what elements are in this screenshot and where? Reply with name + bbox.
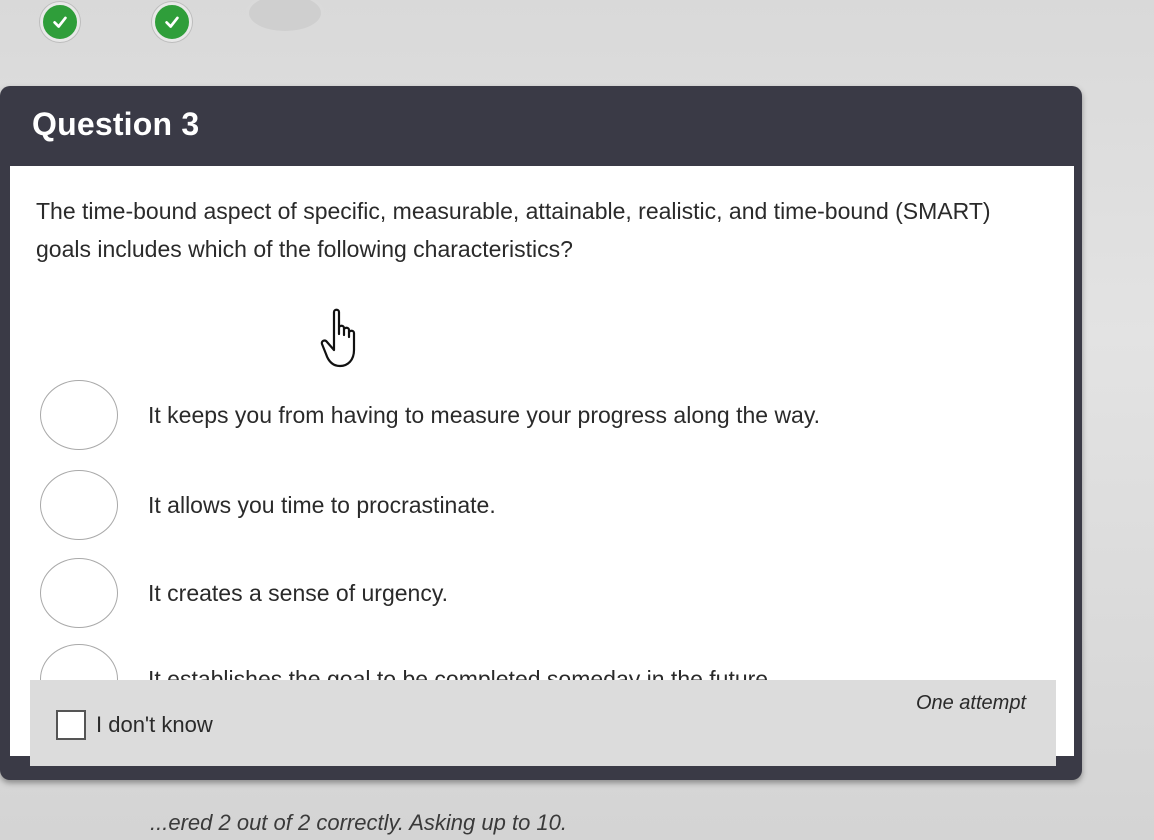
- radio-button[interactable]: [40, 470, 118, 540]
- question-footer: I don't know One attempt: [30, 680, 1056, 769]
- attempt-label: One attempt: [915, 692, 1026, 714]
- dont-know-checkbox[interactable]: [56, 710, 86, 740]
- answer-option-label: It creates a sense of urgency.: [148, 580, 449, 606]
- radio-button[interactable]: [40, 380, 118, 450]
- progress-indicator: [0, 0, 1154, 60]
- question-title: Question 3: [32, 106, 200, 142]
- status-message: ...ered 2 out of 2 correctly. Asking up …: [150, 810, 568, 835]
- answer-option-label: It allows you time to procrastinate.: [148, 492, 496, 518]
- hand-cursor-icon: [320, 308, 356, 368]
- progress-dot-2: [152, 2, 192, 42]
- progress-dot-1: [40, 2, 80, 42]
- dont-know-toggle[interactable]: I don't know: [56, 710, 213, 740]
- dont-know-label: I don't know: [96, 712, 213, 737]
- question-text: The time-bound aspect of specific, measu…: [36, 198, 991, 262]
- answer-option-3[interactable]: It creates a sense of urgency.: [40, 558, 1040, 634]
- check-icon: [165, 16, 179, 28]
- check-icon: [53, 16, 67, 28]
- answer-option-2[interactable]: It allows you time to procrastinate.: [40, 470, 1040, 546]
- radio-button[interactable]: [40, 558, 118, 628]
- answer-option-label: It keeps you from having to measure your…: [148, 402, 821, 428]
- question-card: Question 3 The time-bound aspect of spec…: [0, 86, 1082, 780]
- answer-option-1[interactable]: It keeps you from having to measure your…: [40, 380, 1040, 456]
- question-body: The time-bound aspect of specific, measu…: [10, 166, 1074, 756]
- question-header: Question 3: [0, 86, 1082, 164]
- progress-dot-3: [246, 0, 324, 34]
